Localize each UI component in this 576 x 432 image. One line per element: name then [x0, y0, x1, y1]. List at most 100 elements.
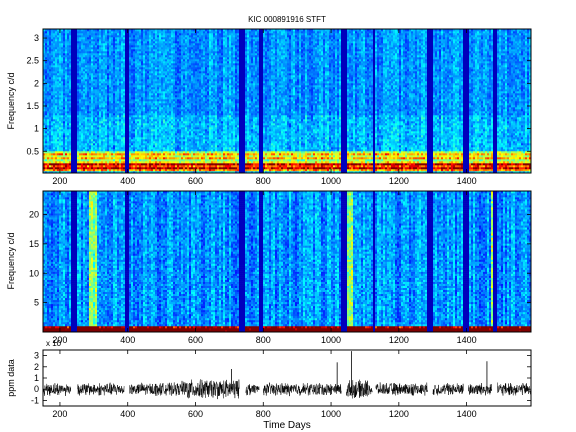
heatmap-cell [89, 85, 92, 88]
heatmap-cell [63, 115, 66, 118]
heatmap-cell [89, 117, 92, 120]
heatmap-cell [181, 119, 184, 122]
heatmap-cell [163, 119, 166, 122]
heatmap-cell [79, 107, 82, 110]
heatmap-cell [71, 75, 74, 78]
heatmap-cell [77, 145, 80, 148]
heatmap-cell [93, 105, 96, 108]
heatmap-cell [163, 159, 166, 162]
heatmap-cell [161, 57, 164, 60]
heatmap-cell [103, 53, 106, 56]
heatmap-cell [77, 75, 80, 78]
heatmap-cell [143, 107, 146, 110]
heatmap-cell [151, 77, 154, 80]
heatmap-cell [115, 167, 118, 170]
heatmap-cell [81, 143, 84, 146]
heatmap-cell [131, 59, 134, 62]
heatmap-cell [125, 63, 128, 66]
heatmap-cell [81, 117, 84, 120]
heatmap-cell [109, 51, 112, 54]
heatmap-cell [53, 33, 56, 36]
heatmap-cell [103, 51, 106, 54]
heatmap-cell [45, 63, 48, 66]
stft-low-heatmap [43, 29, 531, 173]
heatmap-cell [125, 137, 128, 140]
heatmap-cell [105, 69, 108, 72]
heatmap-cell [65, 57, 68, 60]
heatmap-cell [137, 101, 140, 104]
heatmap-cell [149, 93, 152, 96]
heatmap-cell [105, 133, 108, 136]
heatmap-cell [163, 91, 166, 94]
heatmap-cell [115, 85, 118, 88]
heatmap-cell [149, 149, 152, 152]
heatmap-cell [47, 85, 50, 88]
heatmap-cell [75, 47, 78, 50]
heatmap-cell [105, 145, 108, 148]
heatmap-cell [149, 79, 152, 82]
heatmap-cell [161, 161, 164, 164]
heatmap-cell [47, 67, 50, 70]
heatmap-cell [61, 165, 64, 168]
heatmap-cell [157, 145, 160, 148]
heatmap-cell [125, 81, 128, 84]
heatmap-cell [157, 81, 160, 84]
heatmap-cell [53, 107, 56, 110]
heatmap-cell [175, 85, 178, 88]
heatmap-cell [133, 65, 136, 68]
heatmap-cell [157, 41, 160, 44]
heatmap-cell [133, 67, 136, 70]
heatmap-cell [171, 57, 174, 60]
heatmap-cell [143, 147, 146, 150]
heatmap-cell [175, 31, 178, 34]
heatmap-cell [65, 161, 68, 164]
heatmap-cell [83, 69, 86, 72]
heatmap-cell [77, 63, 80, 66]
heatmap-cell [107, 127, 110, 130]
heatmap-cell [145, 139, 148, 142]
heatmap-cell [153, 133, 156, 136]
heatmap-cell [121, 57, 124, 60]
heatmap-cell [131, 93, 134, 96]
heatmap-cell [55, 151, 58, 154]
heatmap-cell [171, 93, 174, 96]
heatmap-cell [55, 147, 58, 150]
heatmap-cell [137, 97, 140, 100]
heatmap-cell [145, 151, 148, 154]
heatmap-cell [81, 85, 84, 88]
heatmap-cell [123, 135, 126, 138]
heatmap-cell [89, 125, 92, 128]
heatmap-cell [135, 139, 138, 142]
heatmap-cell [59, 137, 62, 140]
heatmap-cell [131, 79, 134, 82]
heatmap-cell [49, 109, 52, 112]
heatmap-cell [117, 161, 120, 164]
heatmap-cell [177, 39, 180, 42]
heatmap-cell [103, 123, 106, 126]
heatmap-cell [79, 97, 82, 100]
heatmap-cell [85, 137, 88, 140]
heatmap-cell [59, 35, 62, 38]
heatmap-cell [171, 83, 174, 86]
heatmap-cell [109, 155, 112, 158]
heatmap-cell [153, 93, 156, 96]
heatmap-cell [145, 49, 148, 52]
heatmap-cell [49, 79, 52, 82]
heatmap-cell [137, 119, 140, 122]
heatmap-cell [139, 157, 142, 160]
heatmap-cell [107, 83, 110, 86]
heatmap-cell [87, 129, 90, 132]
heatmap-cell [55, 81, 58, 84]
heatmap-cell [171, 149, 174, 152]
heatmap-cell [67, 59, 70, 62]
heatmap-cell [153, 31, 156, 34]
heatmap-cell [161, 75, 164, 78]
heatmap-cell [101, 155, 104, 158]
heatmap-cell [177, 141, 180, 144]
heatmap-cell [73, 105, 76, 108]
heatmap-cell [97, 143, 100, 146]
heatmap-cell [71, 39, 74, 42]
heatmap-cell [163, 55, 166, 58]
heatmap-cell [157, 165, 160, 168]
heatmap-cell [131, 31, 134, 34]
